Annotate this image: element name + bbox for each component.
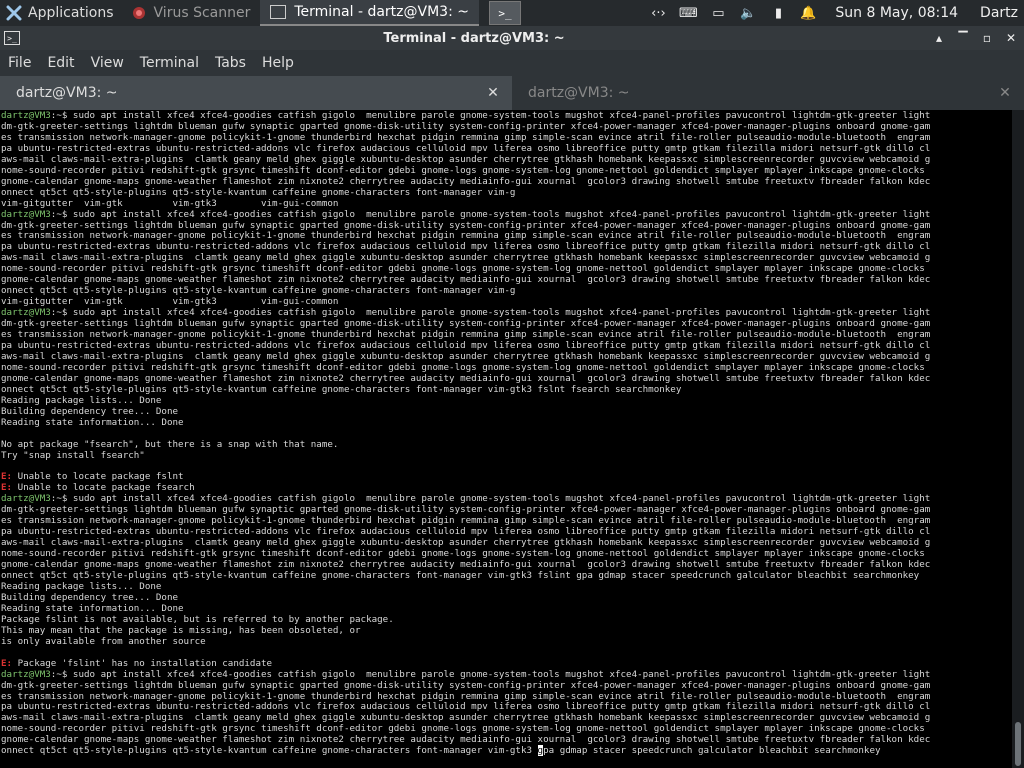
task-label: Terminal - dartz@VM3: ~: [294, 4, 469, 20]
volume-icon[interactable]: 🔈: [739, 5, 757, 21]
prompt-user: dartz@VM3: [1, 668, 51, 680]
xfce-logo-icon: [6, 5, 22, 21]
keyboard-icon[interactable]: ⌨: [679, 5, 698, 21]
close-icon[interactable]: ✕: [1000, 31, 1022, 45]
task-terminal[interactable]: Terminal - dartz@VM3: ~: [260, 0, 479, 26]
prompt-user: dartz@VM3: [1, 110, 51, 121]
menu-help[interactable]: Help: [254, 55, 302, 71]
user-menu[interactable]: Dartz: [980, 5, 1018, 21]
terminal-window-icon: >_: [4, 31, 20, 45]
maximize-icon[interactable]: ▫: [976, 31, 998, 45]
minimize-icon[interactable]: ▴: [928, 31, 950, 45]
prompt-user: dartz@VM3: [1, 307, 51, 319]
notification-icon[interactable]: 🔔: [799, 5, 817, 21]
prompt-user: dartz@VM3: [1, 493, 51, 505]
applications-label: Applications: [28, 5, 114, 21]
terminal-launcher-label: >_: [498, 6, 512, 20]
system-tray: ‹·› ⌨ ▭ 🔈 ▮ 🔔 Sun 8 May, 08:14 Dartz: [649, 5, 1024, 21]
tab-bar: dartz@VM3: ~ ✕ dartz@VM3: ~ ✕: [0, 76, 1024, 110]
task-label: Virus Scanner: [153, 5, 251, 21]
terminal-output[interactable]: dartz@VM3:~$ sudo apt install xfce4 xfce…: [0, 110, 1012, 768]
terminal-launcher-button[interactable]: >_: [488, 1, 521, 25]
window-titlebar[interactable]: >_ Terminal - dartz@VM3: ~ ▴ ▔ ▫ ✕: [0, 26, 1024, 50]
task-virus-scanner[interactable]: Virus Scanner: [122, 0, 261, 26]
menu-file[interactable]: File: [0, 55, 39, 71]
error-prefix: E:: [1, 482, 13, 494]
menu-edit[interactable]: Edit: [39, 55, 82, 71]
applications-menu-button[interactable]: Applications: [0, 0, 122, 26]
prompt-user: dartz@VM3: [1, 208, 51, 220]
virus-scanner-icon: [132, 6, 146, 20]
restore-icon[interactable]: ▔: [952, 31, 974, 45]
display-icon[interactable]: ▭: [709, 5, 727, 21]
battery-icon[interactable]: ▮: [769, 5, 787, 21]
menu-view[interactable]: View: [83, 55, 132, 71]
close-tab-icon[interactable]: ✕: [486, 85, 500, 101]
terminal-text: dartz@VM3:~$ sudo apt install xfce4 xfce…: [1, 110, 931, 757]
scrollbar-thumb[interactable]: [1015, 722, 1021, 766]
text-cursor: g: [537, 745, 544, 757]
close-tab-icon[interactable]: ✕: [998, 85, 1012, 101]
tab-2[interactable]: dartz@VM3: ~ ✕: [512, 76, 1024, 110]
top-panel: Applications Virus Scanner Terminal - da…: [0, 0, 1024, 26]
vertical-scrollbar[interactable]: [1012, 110, 1024, 768]
tab-label: dartz@VM3: ~: [528, 85, 630, 101]
menubar: File Edit View Terminal Tabs Help: [0, 50, 1024, 76]
menu-tabs[interactable]: Tabs: [207, 55, 254, 71]
tab-label: dartz@VM3: ~: [16, 85, 118, 101]
terminal-task-icon: [270, 5, 287, 19]
tab-1[interactable]: dartz@VM3: ~ ✕: [0, 76, 512, 110]
network-icon[interactable]: ‹·›: [649, 5, 667, 21]
error-prefix: E:: [1, 657, 13, 669]
menu-terminal[interactable]: Terminal: [132, 55, 207, 71]
error-prefix: E:: [1, 471, 13, 483]
window-title: Terminal - dartz@VM3: ~: [383, 30, 565, 46]
clock[interactable]: Sun 8 May, 08:14: [835, 5, 958, 21]
